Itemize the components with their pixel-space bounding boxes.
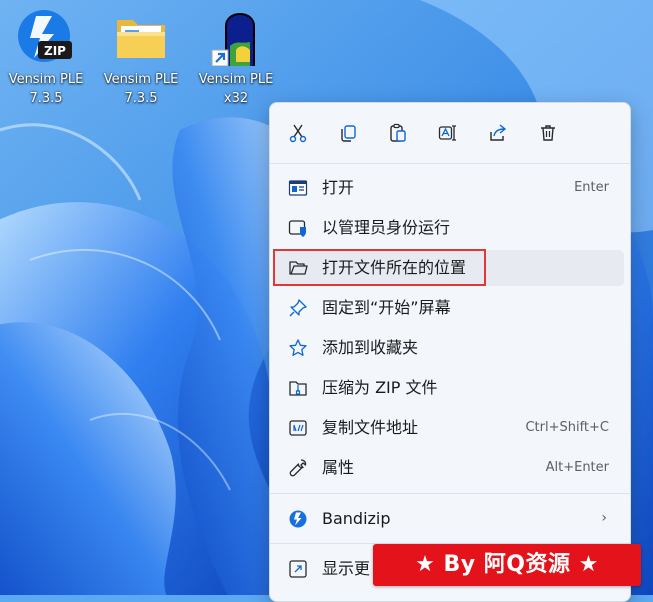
desktop-icon-bandizip-archive[interactable]: ZIP Vensim PLE 7.3.5	[0, 6, 92, 108]
copy-icon	[341, 125, 356, 142]
desktop-icon-label: Vensim PLE 7.3.5	[8, 72, 84, 106]
menu-item-label: 固定到“开始”屏幕	[322, 298, 451, 317]
desktop-icon-folder[interactable]: Vensim PLE 7.3.5	[95, 6, 187, 108]
menu-item-pin-to-start[interactable]: 固定到“开始”屏幕	[274, 290, 624, 326]
chevron-right-icon: ›	[601, 510, 607, 526]
pin-icon	[288, 298, 308, 318]
share-icon	[490, 124, 507, 141]
svg-text:ZIP: ZIP	[44, 44, 66, 58]
vensim-app-shortcut-icon	[206, 6, 266, 69]
menu-item-label: 添加到收藏夹	[322, 338, 419, 357]
folder-open-icon	[288, 258, 308, 278]
open-window-icon	[288, 178, 308, 198]
menu-item-bandizip[interactable]: Bandizip ›	[274, 501, 624, 537]
menu-item-label: 压缩为 ZIP 文件	[322, 378, 438, 397]
desktop-icon-vensim-shortcut[interactable]: Vensim PLE x32	[190, 6, 282, 108]
shield-icon	[288, 218, 308, 238]
menu-item-label: 以管理员身份运行	[322, 218, 451, 237]
menu-item-shortcut: Enter	[574, 180, 609, 195]
menu-item-label: Bandizip	[322, 509, 391, 528]
menu-item-label: 打开	[322, 178, 355, 197]
show-more-icon	[288, 559, 308, 579]
menu-item-label: 属性	[322, 458, 355, 477]
trash-icon	[541, 125, 555, 141]
wrench-icon	[288, 458, 308, 478]
menu-item-properties[interactable]: 属性 Alt+Enter	[274, 450, 624, 486]
bandizip-zip-icon: ZIP	[16, 6, 76, 66]
cut-button[interactable]	[283, 118, 313, 148]
zip-folder-icon	[288, 378, 308, 398]
menu-item-label: 显示更	[322, 559, 371, 578]
menu-item-add-to-favorites[interactable]: 添加到收藏夹	[274, 330, 624, 366]
watermark-banner: ★ By 阿Q资源 ★	[373, 544, 641, 586]
context-menu: 打开 Enter 以管理员身份运行 打开文件所在的位置 固定到“开始”屏幕 添加…	[269, 102, 631, 602]
copy-button[interactable]	[333, 118, 363, 148]
clipboard-icon	[390, 123, 406, 142]
menu-item-run-as-admin[interactable]: 以管理员身份运行	[274, 210, 624, 246]
menu-item-open-file-location[interactable]: 打开文件所在的位置	[274, 250, 624, 286]
menu-divider	[270, 163, 630, 164]
rename-icon	[438, 125, 456, 141]
bandizip-icon	[288, 509, 308, 529]
copy-path-icon	[288, 418, 308, 438]
menu-divider	[270, 493, 630, 494]
menu-item-label: 打开文件所在的位置	[322, 258, 467, 277]
menu-item-open[interactable]: 打开 Enter	[274, 170, 624, 206]
share-button[interactable]	[483, 118, 513, 148]
context-menu-quick-actions	[270, 103, 630, 163]
star-icon	[288, 338, 308, 358]
paste-button[interactable]	[383, 118, 413, 148]
desktop-icon-label: Vensim PLE x32	[198, 72, 274, 106]
menu-item-compress-zip[interactable]: 压缩为 ZIP 文件	[274, 370, 624, 406]
menu-item-copy-path[interactable]: 复制文件地址 Ctrl+Shift+C	[274, 410, 624, 446]
menu-item-label: 复制文件地址	[322, 418, 419, 437]
menu-item-shortcut: Alt+Enter	[545, 460, 609, 475]
folder-icon	[111, 6, 171, 66]
desktop-icon-label: Vensim PLE 7.3.5	[103, 72, 179, 106]
delete-button[interactable]	[533, 118, 563, 148]
rename-button[interactable]	[433, 118, 463, 148]
menu-item-shortcut: Ctrl+Shift+C	[525, 420, 609, 435]
scissors-icon	[289, 124, 307, 143]
